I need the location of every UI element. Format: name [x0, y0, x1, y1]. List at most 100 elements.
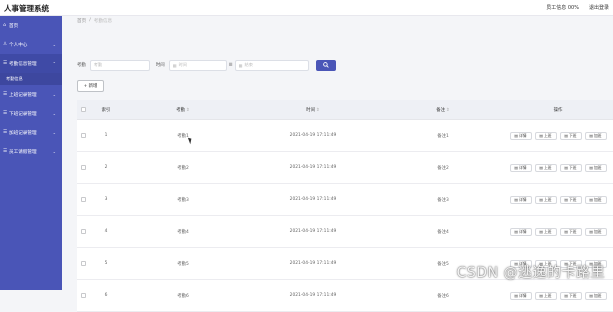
table-row[interactable]: 3 考勤3 2021-04-19 17:11:49 备注3 ▤ 详情 ▤ 上班 ▤ 下班 ▤ 加班 — [77, 184, 613, 216]
onduty-button[interactable]: ▤ 上班 — [534, 195, 557, 204]
document-icon: ▤ — [589, 197, 593, 202]
offduty-button[interactable]: ▤ 下班 — [559, 291, 582, 300]
header-attendance[interactable]: 考勤⇕ — [123, 107, 243, 113]
list-icon: ☰ — [3, 92, 8, 97]
document-icon: ▤ — [564, 293, 568, 298]
sidebar-item-home[interactable]: ⌂ 首页 — [0, 16, 62, 35]
logout-link[interactable]: 退出登录 — [589, 4, 609, 11]
sidebar-item-personal[interactable]: ♙ 个人中心 ⌄ — [0, 35, 62, 54]
sidebar-item-label: 下班记录管理 — [9, 111, 37, 117]
detail-button[interactable]: ▤ 详情 — [509, 195, 532, 204]
sidebar-subitem-attendance-info[interactable]: 考勤信息 — [0, 73, 62, 85]
detail-button[interactable]: ▤ 详情 — [509, 131, 532, 140]
row-checkbox[interactable] — [80, 197, 86, 202]
offduty-button-label: 下班 — [569, 196, 577, 202]
onduty-button[interactable]: ▤ 上班 — [534, 227, 557, 236]
sidebar-item-attendance[interactable]: ☰ 考勤信息管理 ⌃ — [0, 54, 62, 73]
row-checkbox[interactable] — [80, 165, 86, 170]
chevron-down-icon: ⌄ — [52, 130, 56, 135]
document-icon: ▤ — [564, 133, 568, 138]
row-note: 备注6 — [437, 293, 449, 299]
offduty-button[interactable]: ▤ 下班 — [559, 131, 582, 140]
sidebar-item-offduty[interactable]: ☰ 下班记录管理 ⌄ — [0, 104, 62, 123]
overtime-button[interactable]: ▤ 加班 — [584, 163, 607, 172]
document-icon: ▤ — [589, 165, 593, 170]
range-separator-icon: ☰ — [228, 62, 233, 68]
row-checkbox[interactable] — [80, 293, 86, 298]
sidebar-item-label: 个人中心 — [9, 42, 28, 48]
detail-button[interactable]: ▤ 详情 — [509, 291, 532, 300]
document-icon: ▤ — [539, 293, 543, 298]
attendance-input[interactable]: 考勤 — [89, 59, 150, 71]
breadcrumb-current: 考勤信息 — [93, 19, 113, 24]
table-row[interactable]: 1 考勤1 2021-04-19 17:11:49 备注1 ▤ 详情 ▤ 上班 ▤ 下班 ▤ 加班 — [77, 120, 613, 152]
search-icon — [322, 62, 329, 68]
offduty-button[interactable]: ▤ 下班 — [559, 227, 582, 236]
row-time: 2021-04-19 17:11:49 — [289, 293, 337, 298]
sidebar-item-overtime[interactable]: ☰ 加班记录管理 ⌄ — [0, 123, 62, 142]
document-icon: ▤ — [539, 197, 543, 202]
breadcrumb-home[interactable]: 首页 — [77, 18, 86, 24]
row-attendance: 考勤2 — [177, 165, 189, 171]
overtime-button[interactable]: ▤ 加班 — [584, 195, 607, 204]
row-attendance: 考勤4 — [177, 229, 189, 235]
search-button[interactable] — [315, 59, 336, 71]
user-info-link[interactable]: 员工信息 00% — [546, 4, 579, 11]
row-note: 备注2 — [437, 165, 449, 171]
document-icon: ▤ — [564, 165, 568, 170]
onduty-button-label: 上班 — [544, 292, 552, 298]
start-time-input[interactable]: ▦ 时间 — [168, 59, 227, 71]
overtime-button[interactable]: ▤ 加班 — [584, 291, 607, 300]
row-checkbox[interactable] — [80, 229, 86, 234]
table-row[interactable]: 2 考勤2 2021-04-19 17:11:49 备注2 ▤ 详情 ▤ 上班 ▤ 下班 ▤ 加班 — [77, 152, 613, 184]
top-bar: 人事管理系统 员工信息 00% 退出登录 — [0, 0, 613, 16]
detail-button[interactable]: ▤ 详情 — [509, 227, 532, 236]
row-time: 2021-04-19 17:11:49 — [289, 229, 337, 234]
sidebar-item-onduty[interactable]: ☰ 上班记录管理 ⌄ — [0, 85, 62, 104]
header-note[interactable]: 备注⇕ — [383, 107, 503, 113]
table-row[interactable]: 4 考勤4 2021-04-19 17:11:49 备注4 ▤ 详情 ▤ 上班 ▤ 下班 ▤ 加班 — [77, 216, 613, 248]
start-time-placeholder: 时间 — [178, 62, 187, 67]
row-index: 4 — [104, 229, 108, 234]
select-all-checkbox[interactable] — [80, 107, 86, 112]
onduty-button[interactable]: ▤ 上班 — [534, 163, 557, 172]
list-icon: ☰ — [3, 61, 8, 66]
row-index: 6 — [104, 293, 108, 298]
sidebar-item-leave[interactable]: ☰ 员工请假管理 ⌄ — [0, 142, 62, 161]
row-checkbox[interactable] — [80, 261, 86, 266]
document-icon: ▤ — [514, 293, 518, 298]
add-button[interactable]: + 新增 — [77, 80, 104, 92]
overtime-button-label: 加班 — [594, 132, 602, 138]
detail-button-label: 详情 — [519, 132, 527, 138]
row-checkbox-cell — [77, 261, 89, 266]
calendar-icon: ▦ — [238, 62, 243, 68]
header-note-label: 备注 — [436, 107, 446, 113]
main-content: 首页 / 考勤信息 考勤 考勤 时间 ▦ 时间 ☰ ▦ 结束 + 新增 索引 考… — [62, 16, 613, 312]
detail-button[interactable]: ▤ 详情 — [509, 163, 532, 172]
overtime-button[interactable]: ▤ 加班 — [584, 131, 607, 140]
offduty-button-label: 下班 — [569, 132, 577, 138]
table-row[interactable]: 6 考勤6 2021-04-19 17:11:49 备注6 ▤ 详情 ▤ 上班 ▤ 下班 ▤ 加班 — [77, 280, 613, 312]
list-icon: ☰ — [3, 111, 8, 116]
offduty-button[interactable]: ▤ 下班 — [559, 163, 582, 172]
watermark: CSDN @逃逸的卡路里 — [456, 265, 605, 281]
onduty-button[interactable]: ▤ 上班 — [534, 291, 557, 300]
document-icon: ▤ — [589, 293, 593, 298]
search-bar: 考勤 考勤 时间 ▦ 时间 ☰ ▦ 结束 — [77, 59, 336, 71]
row-index: 5 — [104, 261, 108, 266]
sidebar-item-label: 员工请假管理 — [9, 149, 37, 155]
header-checkbox-cell — [77, 107, 89, 112]
row-time: 2021-04-19 17:11:49 — [289, 133, 337, 138]
offduty-button[interactable]: ▤ 下班 — [559, 195, 582, 204]
chevron-down-icon: ⌄ — [52, 92, 56, 97]
row-checkbox-cell — [77, 197, 89, 202]
overtime-button[interactable]: ▤ 加班 — [584, 227, 607, 236]
document-icon: ▤ — [589, 133, 593, 138]
document-icon: ▤ — [539, 165, 543, 170]
attendance-filter: 考勤 考勤 — [77, 59, 150, 71]
row-checkbox[interactable] — [80, 133, 86, 138]
onduty-button[interactable]: ▤ 上班 — [534, 131, 557, 140]
end-time-input[interactable]: ▦ 结束 — [234, 59, 309, 71]
header-time[interactable]: 时间⇕ — [243, 107, 383, 113]
offduty-button-label: 下班 — [569, 228, 577, 234]
